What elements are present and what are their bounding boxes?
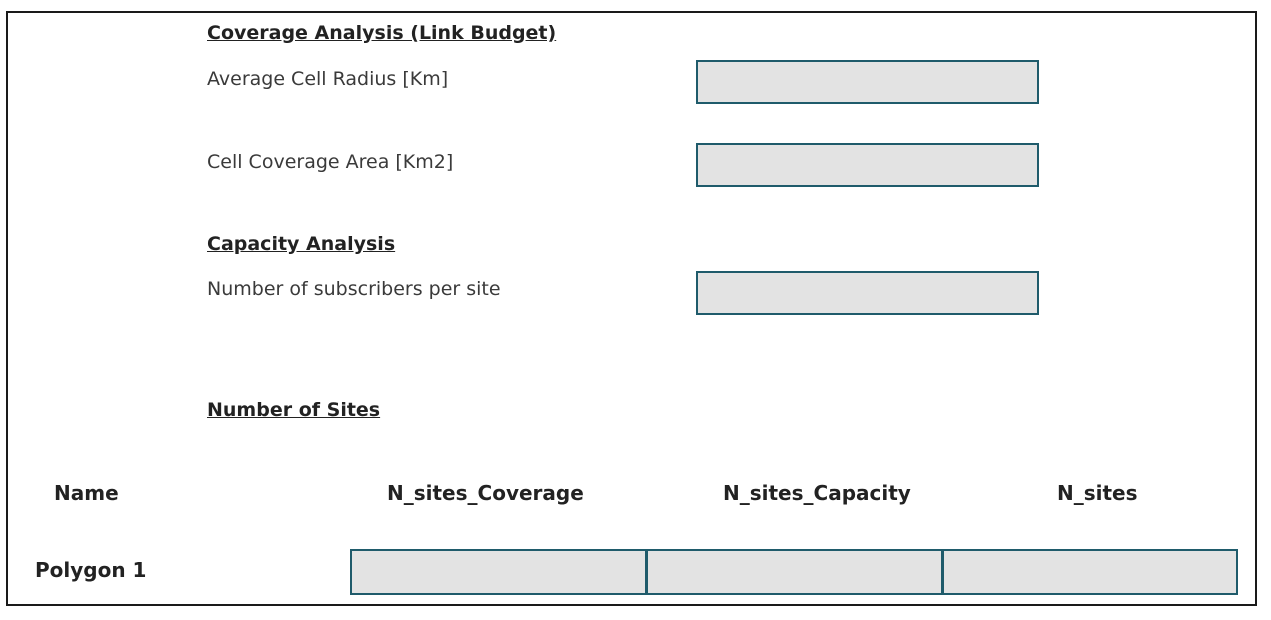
- cell-radius-field[interactable]: [696, 60, 1039, 104]
- n-sites-coverage-field[interactable]: [350, 549, 647, 595]
- n-sites-capacity-field[interactable]: [646, 549, 943, 595]
- capacity-analysis-title: Capacity Analysis: [207, 233, 396, 255]
- form-panel: [6, 11, 1257, 606]
- coverage-analysis-title: Coverage Analysis (Link Budget): [207, 22, 557, 44]
- column-header-n-sites: N_sites: [1057, 481, 1138, 505]
- column-header-name: Name: [54, 481, 119, 505]
- cell-radius-label: Average Cell Radius [Km]: [207, 68, 449, 90]
- n-sites-field[interactable]: [942, 549, 1238, 595]
- number-of-sites-title: Number of Sites: [207, 399, 381, 421]
- cell-area-label: Cell Coverage Area [Km2]: [207, 151, 454, 173]
- row-label-polygon-1: Polygon 1: [35, 558, 147, 582]
- column-header-n-sites-coverage: N_sites_Coverage: [387, 481, 584, 505]
- subscribers-field[interactable]: [696, 271, 1039, 315]
- subscribers-label: Number of subscribers per site: [207, 278, 501, 300]
- cell-area-field[interactable]: [696, 143, 1039, 187]
- column-header-n-sites-capacity: N_sites_Capacity: [723, 481, 911, 505]
